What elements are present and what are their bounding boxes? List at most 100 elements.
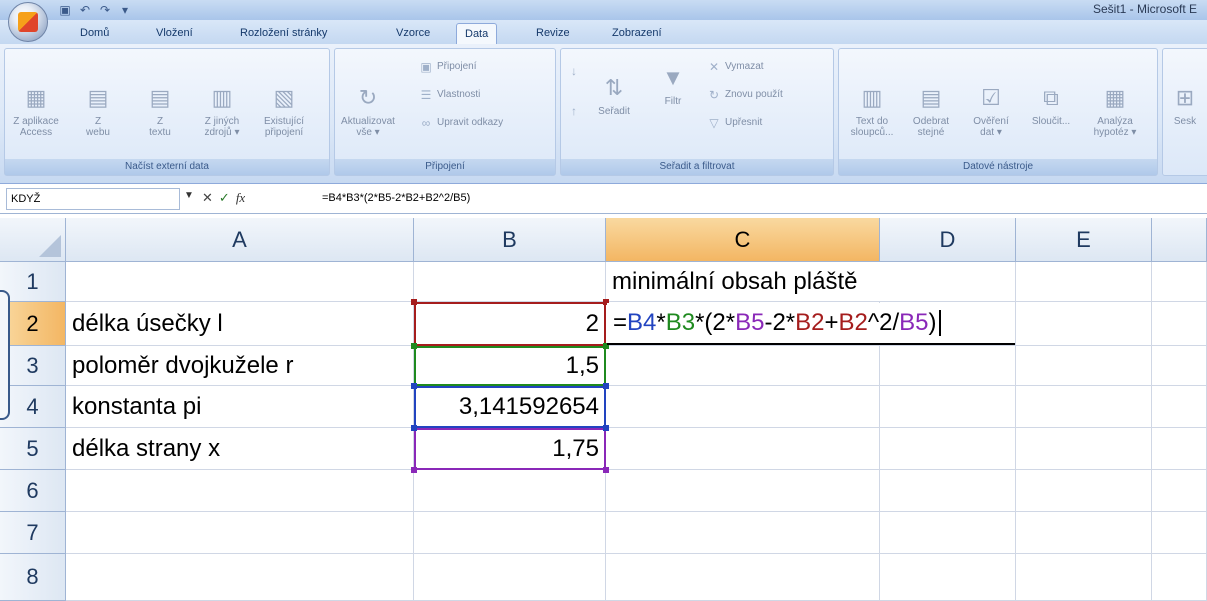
row-header-7[interactable]: 7 <box>0 512 66 554</box>
cancel-icon[interactable]: ✕ <box>202 190 213 206</box>
from-web-button[interactable]: ▤ Zwebu <box>75 83 121 138</box>
ref-handle[interactable] <box>411 467 417 473</box>
ref-handle[interactable] <box>411 299 417 305</box>
tab-view[interactable]: Zobrazení <box>604 23 670 44</box>
formula-input[interactable]: =B4*B3*(2*B5-2*B2+B2^2/B5) <box>318 188 1203 210</box>
tab-home[interactable]: Domů <box>72 23 117 44</box>
ref-handle[interactable] <box>411 343 417 349</box>
properties-button[interactable]: ☰ Vlastnosti <box>419 87 481 103</box>
cell-b8[interactable] <box>414 554 606 601</box>
from-other-sources-button[interactable]: ▥ Z jiných zdrojů ▾ <box>199 83 245 138</box>
tab-page-layout[interactable]: Rozložení stránky <box>232 23 335 44</box>
insert-function-icon[interactable]: fx <box>236 190 245 206</box>
cell-b6[interactable] <box>414 470 606 512</box>
reapply-button[interactable]: ↻ Znovu použít <box>707 87 783 103</box>
cell-b1[interactable] <box>414 262 606 302</box>
cell-b3[interactable]: 1,5 <box>414 346 606 386</box>
cell-f2[interactable] <box>1152 302 1207 346</box>
cell-d4[interactable] <box>880 386 1016 428</box>
column-header-e[interactable]: E <box>1016 218 1152 262</box>
cell-c6[interactable] <box>606 470 880 512</box>
cell-c3[interactable] <box>606 346 880 386</box>
cell-e8[interactable] <box>1016 554 1152 601</box>
cell-e2[interactable] <box>1016 302 1152 346</box>
cell-a6[interactable] <box>66 470 414 512</box>
sort-ascending-button[interactable]: ↓ <box>567 63 581 79</box>
cell-e3[interactable] <box>1016 346 1152 386</box>
advanced-button[interactable]: ▽ Upřesnit <box>707 115 762 131</box>
column-header-c[interactable]: C <box>606 218 880 262</box>
cell-c4[interactable] <box>606 386 880 428</box>
connections-button[interactable]: ▣ Připojení <box>419 59 476 75</box>
ref-handle[interactable] <box>411 383 417 389</box>
cell-f8[interactable] <box>1152 554 1207 601</box>
ref-handle[interactable] <box>603 383 609 389</box>
cell-c5[interactable] <box>606 428 880 470</box>
cell-e6[interactable] <box>1016 470 1152 512</box>
cell-e1[interactable] <box>1016 262 1152 302</box>
cell-b2[interactable]: 2 <box>414 302 606 346</box>
remove-duplicates-button[interactable]: ▤ Odebrat stejné <box>903 83 959 138</box>
side-panel-tab[interactable] <box>0 290 10 420</box>
cell-a3[interactable]: poloměr dvojkužele r <box>66 346 414 386</box>
refresh-all-button[interactable]: ↻ Aktualizovat vše ▾ <box>339 83 397 138</box>
select-all-corner[interactable] <box>0 218 66 262</box>
cell-c1[interactable]: minimální obsah pláště <box>606 262 880 302</box>
cell-a7[interactable] <box>66 512 414 554</box>
cell-f1[interactable] <box>1152 262 1207 302</box>
cell-f3[interactable] <box>1152 346 1207 386</box>
cell-a5[interactable]: délka strany x <box>66 428 414 470</box>
cell-a8[interactable] <box>66 554 414 601</box>
edit-links-button[interactable]: ∞ Upravit odkazy <box>419 115 503 131</box>
from-text-button[interactable]: ▤ Ztextu <box>137 83 183 138</box>
customize-qat-icon[interactable]: ▾ <box>118 3 132 17</box>
cell-f7[interactable] <box>1152 512 1207 554</box>
cell-e4[interactable] <box>1016 386 1152 428</box>
cell-d7[interactable] <box>880 512 1016 554</box>
row-header-5[interactable]: 5 <box>0 428 66 470</box>
cell-c8[interactable] <box>606 554 880 601</box>
consolidate-button[interactable]: ⧉ Sloučit... <box>1023 83 1079 127</box>
tab-data[interactable]: Data <box>456 23 498 44</box>
column-header-f[interactable] <box>1152 218 1207 262</box>
cell-e7[interactable] <box>1016 512 1152 554</box>
cell-d3[interactable] <box>880 346 1016 386</box>
what-if-analysis-button[interactable]: ▦ Analýza hypotéz ▾ <box>1085 83 1145 138</box>
cell-f6[interactable] <box>1152 470 1207 512</box>
tab-insert[interactable]: Vložení <box>148 23 201 44</box>
cell-b7[interactable] <box>414 512 606 554</box>
cell-a1[interactable] <box>66 262 414 302</box>
cell-c7[interactable] <box>606 512 880 554</box>
text-to-columns-button[interactable]: ▥ Text do sloupců... <box>843 83 901 138</box>
cell-d8[interactable] <box>880 554 1016 601</box>
group-button[interactable]: ⊞ Sesk <box>1165 83 1205 127</box>
cell-b5[interactable]: 1,75 <box>414 428 606 470</box>
name-box-dropdown-icon[interactable]: ▼ <box>184 190 194 201</box>
cell-a4[interactable]: konstanta pi <box>66 386 414 428</box>
existing-connections-button[interactable]: ▧ Existující připojení <box>261 83 307 138</box>
name-box[interactable]: KDYŽ <box>6 188 180 210</box>
undo-icon[interactable]: ↶ <box>78 3 92 17</box>
sort-descending-button[interactable]: ↑ <box>567 103 581 119</box>
row-header-6[interactable]: 6 <box>0 470 66 512</box>
office-button[interactable] <box>8 2 48 42</box>
ref-handle[interactable] <box>411 425 417 431</box>
clear-button[interactable]: ✕ Vymazat <box>707 59 764 75</box>
data-validation-button[interactable]: ☑ Ověření dat ▾ <box>963 83 1019 138</box>
from-access-button[interactable]: ▦ Z aplikace Access <box>13 83 59 138</box>
tab-formulas[interactable]: Vzorce <box>388 23 438 44</box>
redo-icon[interactable]: ↷ <box>98 3 112 17</box>
cell-b4[interactable]: 3,141592654 <box>414 386 606 428</box>
row-header-8[interactable]: 8 <box>0 554 66 601</box>
cell-d5[interactable] <box>880 428 1016 470</box>
ref-handle[interactable] <box>603 425 609 431</box>
column-header-a[interactable]: A <box>66 218 414 262</box>
enter-icon[interactable]: ✓ <box>219 190 230 206</box>
tab-review[interactable]: Revize <box>528 23 578 44</box>
cell-d1[interactable] <box>880 262 1016 302</box>
cell-d6[interactable] <box>880 470 1016 512</box>
column-header-d[interactable]: D <box>880 218 1016 262</box>
ref-handle[interactable] <box>603 467 609 473</box>
active-cell-editor[interactable]: =B4*B3*(2*B5-2*B2+B2^2/B5) <box>607 303 1015 345</box>
cell-e5[interactable] <box>1016 428 1152 470</box>
